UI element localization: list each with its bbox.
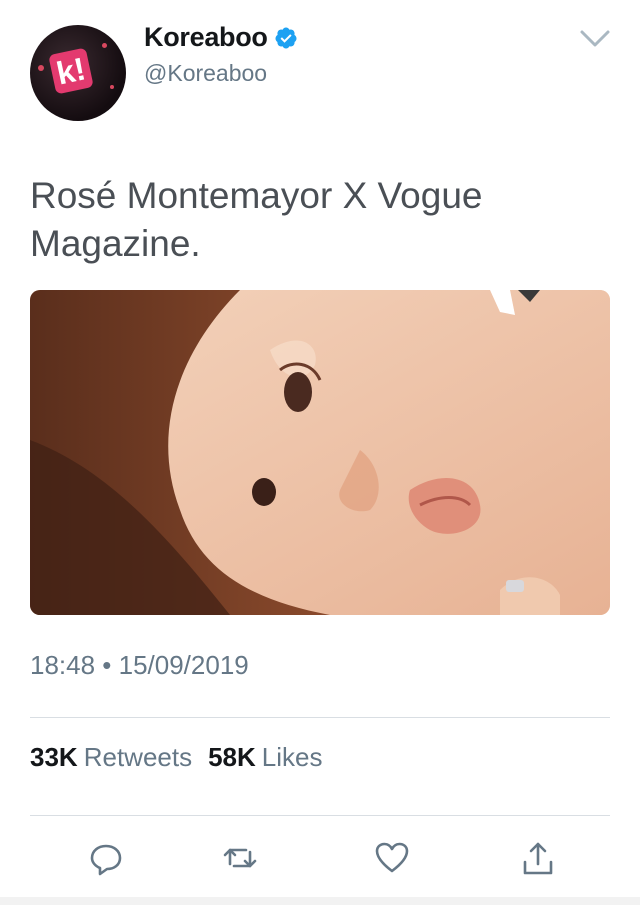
likes-count[interactable]: 58K	[208, 742, 256, 773]
handle[interactable]: @Koreaboo	[144, 60, 267, 87]
retweets-count[interactable]: 33K	[30, 742, 78, 773]
likes-label[interactable]: Likes	[262, 742, 323, 773]
retweets-label[interactable]: Retweets	[84, 742, 192, 773]
like-icon	[375, 842, 409, 873]
tweet-actions	[0, 838, 640, 878]
reply-icon	[90, 844, 122, 876]
chevron-down-icon[interactable]	[578, 28, 612, 50]
like-button[interactable]	[372, 838, 412, 878]
tweet-text: Rosé Montemayor X Vogue Magazine.	[30, 175, 483, 264]
divider	[30, 717, 610, 718]
tweet-photo[interactable]	[30, 290, 610, 615]
author-name-row[interactable]: Koreaboo	[144, 22, 298, 53]
koreaboo-logo-icon: k!	[48, 47, 94, 95]
share-button[interactable]	[518, 838, 558, 878]
photo-portrait-icon	[30, 290, 610, 615]
avatar[interactable]: k!	[30, 25, 126, 121]
tweet-stats: 33K Retweets 58K Likes	[30, 742, 339, 773]
bottom-separator	[0, 897, 640, 905]
share-icon	[523, 842, 553, 875]
verified-badge-icon	[275, 27, 297, 48]
divider	[30, 815, 610, 816]
tweet-timestamp[interactable]: 18:48 • 15/09/2019	[30, 650, 249, 681]
display-name[interactable]: Koreaboo	[144, 22, 268, 53]
reply-button[interactable]	[86, 838, 126, 878]
retweet-icon	[223, 848, 257, 868]
retweet-button[interactable]	[220, 838, 260, 878]
